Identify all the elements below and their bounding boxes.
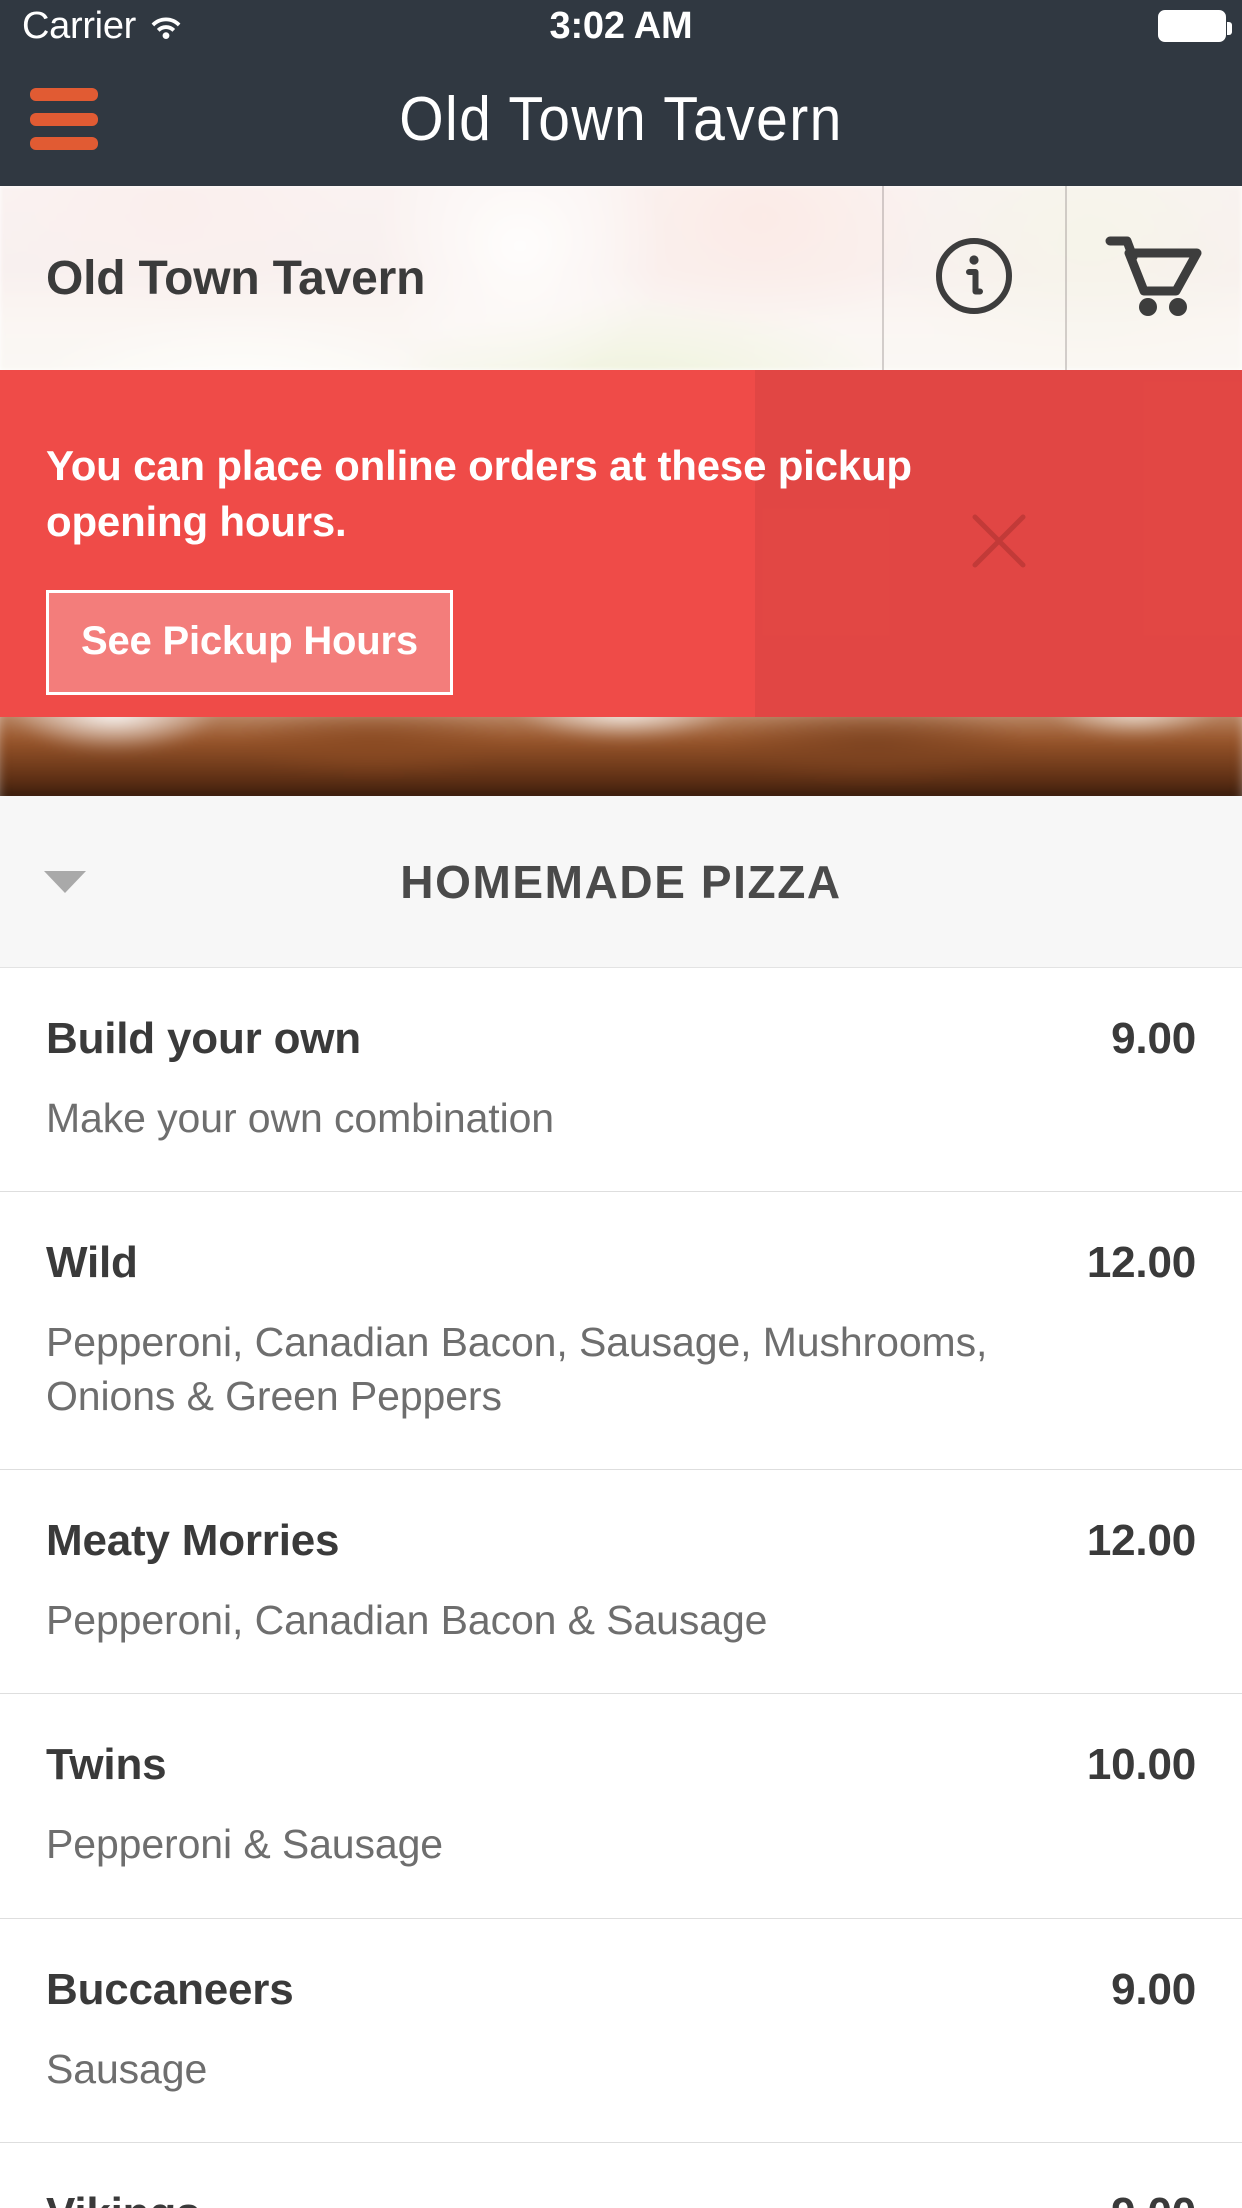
menu-item-price: 12.00	[1086, 1516, 1196, 1566]
menu-item-price: 10.00	[1086, 1740, 1196, 1790]
menu-item-price: 12.00	[1086, 1238, 1196, 1288]
status-bar-right	[1158, 10, 1232, 42]
menu-item-name: Meaty Morries	[46, 1516, 340, 1566]
nav-bar: Old Town Tavern	[0, 52, 1242, 186]
shopping-cart-icon	[1104, 233, 1204, 324]
battery-full-icon	[1158, 10, 1232, 42]
close-x-icon	[967, 509, 1031, 578]
menu-item-row[interactable]: Build your own 9.00 Make your own combinat…	[0, 968, 1242, 1193]
menu-item-header: Twins 10.00	[46, 1740, 1196, 1790]
app-screen: Carrier 3:02 AM Old Town Tavern Old Town	[0, 0, 1242, 2208]
menu-item-description: Pepperoni, Canadian Bacon & Sausage	[46, 1597, 768, 1644]
status-bar: Carrier 3:02 AM	[0, 0, 1242, 52]
menu-section-header[interactable]: HOMEMADE PIZZA	[0, 796, 1242, 968]
menu-item-name: Buccaneers	[46, 1964, 294, 2014]
menu-item-header: Wild 12.00	[46, 1238, 1196, 1288]
menu-item-name: Wild	[46, 1238, 138, 1288]
hero-photo-strip	[0, 717, 1242, 796]
info-circle-icon	[934, 236, 1014, 321]
menu-item-header: Vikings 9.00	[46, 2189, 1196, 2208]
menu-item-description: Pepperoni, Canadian Bacon, Sausage, Mush…	[46, 1319, 988, 1420]
menu-item-header: Meaty Morries 12.00	[46, 1516, 1196, 1566]
restaurant-header: Old Town Tavern	[0, 186, 1242, 370]
menu-item-price: 9.00	[1087, 2189, 1196, 2208]
nav-bar-title: Old Town Tavern	[399, 84, 843, 154]
menu-item-price: 9.00	[1111, 1014, 1196, 1063]
menu-item-list: Build your own 9.00 Make your own combinat…	[0, 968, 1242, 2208]
hero-photo-strip-image	[0, 717, 1242, 796]
menu-item-description: Pepperoni & Sausage	[46, 1821, 444, 1868]
menu-item-price: 9.00	[1111, 1964, 1196, 2014]
restaurant-name: Old Town Tavern	[46, 251, 426, 305]
menu-item-row[interactable]: Twins 10.00 Pepperoni & Sausage	[0, 1694, 1242, 1919]
alert-body: You can place online orders at these pic…	[46, 370, 946, 695]
menu-item-header: Buccaneers 9.00	[46, 1965, 1196, 2015]
pickup-hours-alert: You can place online orders at these pic…	[0, 370, 1242, 717]
shopping-cart-button[interactable]	[1065, 186, 1242, 370]
status-bar-time: 3:02 AM	[549, 4, 693, 47]
menu-item-row[interactable]: Buccaneers 9.00 Sausage	[0, 1918, 1242, 2143]
menu-item-row[interactable]: Wild 12.00 Pepperoni, Canadian Bacon, Saus…	[0, 1192, 1242, 1471]
caret-down-icon[interactable]	[44, 870, 86, 893]
menu-item-name: Vikings	[46, 2189, 201, 2208]
see-pickup-hours-button[interactable]: See Pickup Hours	[46, 589, 453, 695]
menu-item-description: Sausage	[46, 2045, 208, 2092]
menu-section-title: HOMEMADE PIZZA	[400, 855, 842, 908]
menu-item-row[interactable]: Meaty Morries 12.00 Pepperoni, Canadian Ba…	[0, 1470, 1242, 1695]
menu-item-row[interactable]: Vikings9.00Pepperoni	[0, 2142, 1242, 2208]
alert-message: You can place online orders at these pic…	[46, 442, 912, 545]
menu-item-description: Make your own combination	[46, 1095, 554, 1141]
menu-item-header: Build your own 9.00	[46, 1014, 1196, 1064]
menu-item-name: Twins	[46, 1740, 167, 1790]
restaurant-info-button[interactable]	[882, 186, 1065, 370]
menu-item-name: Build your own	[46, 1014, 361, 1063]
